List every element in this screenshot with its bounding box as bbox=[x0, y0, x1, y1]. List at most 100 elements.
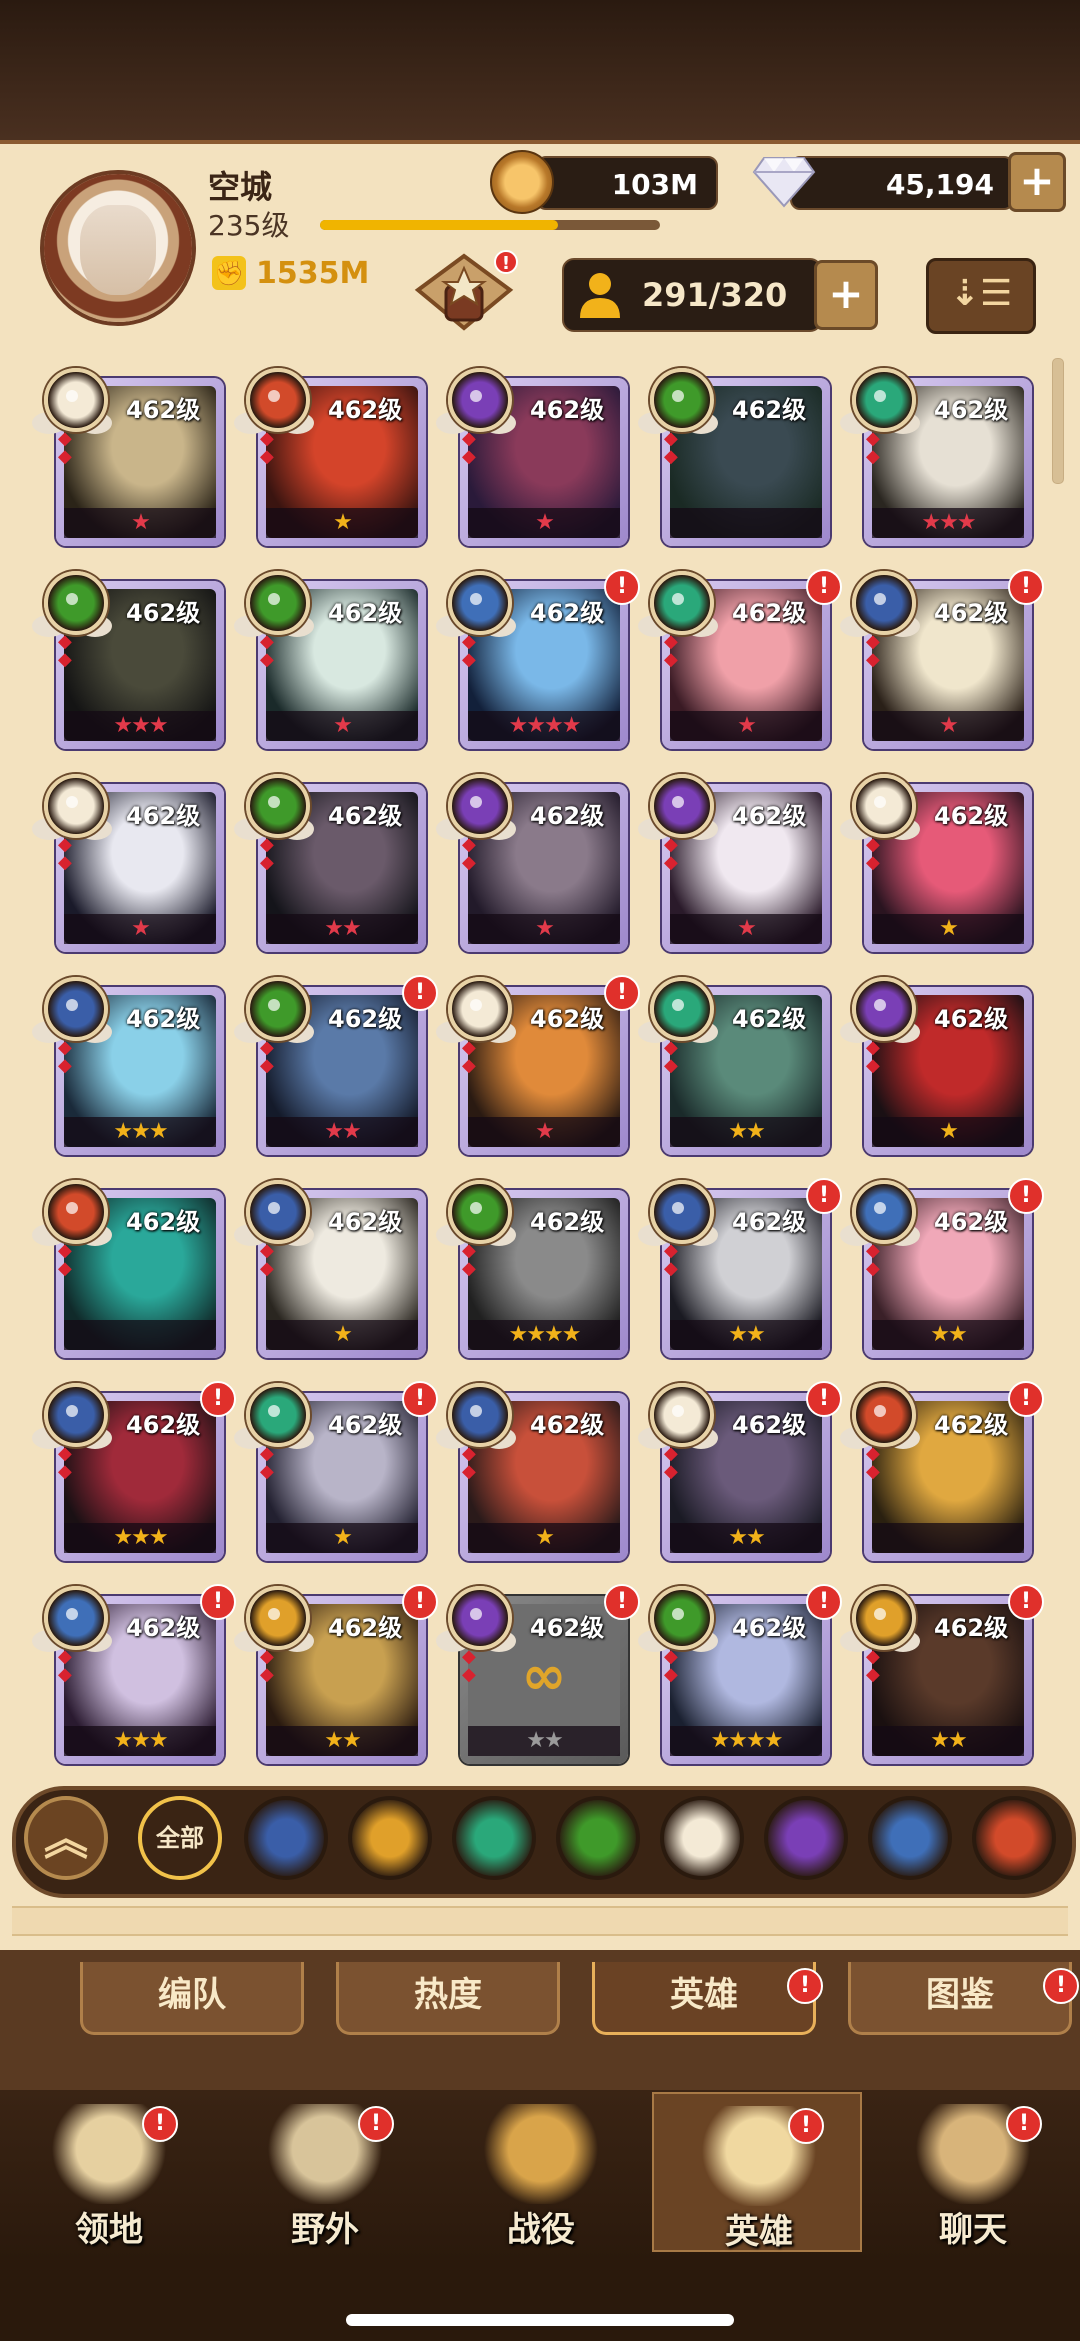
expand-hero-slots-button[interactable]: + bbox=[814, 260, 878, 330]
hero-bag-icon[interactable]: ! bbox=[410, 250, 518, 334]
nav-item-0[interactable]: 领地! bbox=[4, 2092, 214, 2252]
hero-card[interactable]: ★ 462级 ◆ ◆! bbox=[234, 1381, 438, 1561]
void-faction-icon[interactable] bbox=[764, 1796, 848, 1880]
faction-gem bbox=[470, 796, 482, 808]
hero-card[interactable]: ★★ 462级 ◆ ◆! bbox=[638, 1381, 842, 1561]
hero-level: 462级 bbox=[126, 1614, 201, 1642]
hero-card[interactable]: ★★ 462级 ◆ ◆! bbox=[840, 1178, 1044, 1358]
hero-card[interactable]: ★ 462级 ◆ ◆! bbox=[840, 569, 1044, 749]
wild-faction-icon[interactable] bbox=[452, 1796, 536, 1880]
hero-card[interactable]: 462级 ◆ ◆ bbox=[638, 368, 830, 546]
rank-ribbon-icon: ◆ ◆ bbox=[866, 1240, 880, 1279]
eye-faction-icon[interactable] bbox=[556, 1796, 640, 1880]
hero-alert-badge: ! bbox=[1008, 1584, 1044, 1620]
filter-all-button[interactable]: 全部 bbox=[138, 1796, 222, 1880]
hero-card[interactable]: ★★ 462级 ◆ ◆! bbox=[638, 1178, 842, 1358]
subtab-label: 热度 bbox=[414, 1975, 482, 2015]
hero-level: 462级 bbox=[732, 1411, 807, 1439]
subtab-0[interactable]: 编队 bbox=[80, 1962, 304, 2035]
rank-ribbon-icon: ◆ ◆ bbox=[462, 1240, 476, 1279]
sort-button[interactable]: ⇣☰ bbox=[926, 258, 1036, 334]
rank-ribbon-icon: ◆ ◆ bbox=[866, 834, 880, 873]
rank-ribbon-icon: ◆ ◆ bbox=[462, 1037, 476, 1076]
nav-item-2[interactable]: 战役 bbox=[436, 2092, 646, 2252]
hero-card[interactable]: ★ 462级 ◆ ◆ bbox=[234, 571, 426, 749]
rank-ribbon-icon: ◆ ◆ bbox=[462, 1443, 476, 1482]
hero-card[interactable]: ★ 462级 ◆ ◆ bbox=[840, 977, 1032, 1155]
hero-stars: ★ bbox=[131, 916, 151, 941]
hero-level: 462级 bbox=[328, 1208, 403, 1236]
subtab-3[interactable]: 图鉴! bbox=[848, 1962, 1079, 2035]
hero-card[interactable]: ★★★ 462级 ◆ ◆ bbox=[32, 571, 224, 749]
hero-card[interactable]: ★ 462级 ◆ ◆ bbox=[234, 1180, 426, 1358]
eye-faction-icon bbox=[650, 1586, 714, 1650]
subtab-2[interactable]: 英雄! bbox=[592, 1962, 823, 2035]
scrollbar[interactable] bbox=[1052, 358, 1064, 484]
hero-card[interactable]: ★★ 462级 ◆ ◆ bbox=[234, 774, 426, 952]
void-faction-icon bbox=[448, 1586, 512, 1650]
hero-alert-badge: ! bbox=[200, 1584, 236, 1620]
faction-gem bbox=[874, 1405, 886, 1417]
hero-card[interactable]: ★★★ 462级 ◆ ◆! bbox=[32, 1381, 236, 1561]
rank-ribbon-icon: ◆ ◆ bbox=[866, 631, 880, 670]
hero-level: 462级 bbox=[328, 396, 403, 424]
hero-card[interactable]: ★ 462级 ◆ ◆ bbox=[840, 774, 1032, 952]
subtab-alert-badge: ! bbox=[787, 1968, 823, 2004]
hero-card[interactable]: ★★★ 462级 ◆ ◆ bbox=[32, 977, 224, 1155]
hero-card[interactable]: ★ 462级 ◆ ◆ bbox=[436, 368, 628, 546]
faction-gem bbox=[66, 1405, 78, 1417]
nav-label: 野外 bbox=[291, 2210, 359, 2250]
home-indicator[interactable] bbox=[346, 2314, 734, 2326]
hero-card[interactable]: ★★ 462级 ◆ ◆! bbox=[840, 1584, 1044, 1764]
hero-card[interactable]: ★ 462级 ◆ ◆! bbox=[436, 975, 640, 1155]
hero-card[interactable]: ★ 462级 ◆ ◆ bbox=[32, 368, 224, 546]
avatar-portrait bbox=[80, 205, 156, 295]
star-faction-icon[interactable] bbox=[244, 1796, 328, 1880]
hero-card[interactable]: 462级 ◆ ◆! bbox=[840, 1381, 1044, 1561]
hero-stars: ★★★ bbox=[113, 1525, 168, 1550]
hero-card[interactable]: 462级 ◆ ◆ bbox=[32, 1180, 224, 1358]
hero-card[interactable]: ★ 462级 ◆ ◆ bbox=[32, 774, 224, 952]
hero-card[interactable]: ★★★★ 462级 ◆ ◆ bbox=[436, 1180, 628, 1358]
dimension-faction-icon[interactable] bbox=[868, 1796, 952, 1880]
hero-alert-badge: ! bbox=[1008, 1381, 1044, 1417]
dimension-faction-icon bbox=[852, 1180, 916, 1244]
hero-level: 462级 bbox=[126, 599, 201, 627]
hero-card[interactable]: ★★★ 462级 ◆ ◆ bbox=[840, 368, 1032, 546]
collapse-filter-button[interactable]: ︽ bbox=[24, 1796, 108, 1880]
star-faction-icon bbox=[246, 1180, 310, 1244]
add-diamonds-button[interactable]: + bbox=[1008, 152, 1066, 212]
nav-item-4[interactable]: 聊天! bbox=[868, 2092, 1078, 2252]
hero-alert-badge: ! bbox=[1008, 1178, 1044, 1214]
eye-faction-icon bbox=[246, 571, 310, 635]
hero-level: 462级 bbox=[530, 396, 605, 424]
chain-link-icon: ∞ bbox=[521, 1644, 567, 1707]
hero-level: 462级 bbox=[328, 1005, 403, 1033]
holy-faction-icon[interactable] bbox=[660, 1796, 744, 1880]
faction-gem bbox=[672, 1202, 684, 1214]
hero-level: 462级 bbox=[126, 1005, 201, 1033]
hero-card[interactable]: ★★ 462级 ◆ ◆ bbox=[638, 977, 830, 1155]
celestial-faction-icon[interactable] bbox=[348, 1796, 432, 1880]
inferno-faction-icon[interactable] bbox=[972, 1796, 1056, 1880]
rank-ribbon-icon: ◆ ◆ bbox=[58, 834, 72, 873]
hero-card[interactable]: ★★★★ 462级 ◆ ◆! bbox=[638, 1584, 842, 1764]
player-avatar[interactable] bbox=[38, 160, 198, 330]
hero-card[interactable]: ★ 462级 ◆ ◆ bbox=[234, 368, 426, 546]
faction-gem bbox=[672, 390, 684, 402]
hero-card[interactable]: ★ 462级 ◆ ◆! bbox=[638, 569, 842, 749]
hero-card[interactable]: ∞ ★★ 462级 ◆ ◆! bbox=[436, 1584, 640, 1764]
hero-card[interactable]: ★★★★ 462级 ◆ ◆! bbox=[436, 569, 640, 749]
faction-gem bbox=[268, 390, 280, 402]
hero-card[interactable]: ★★ 462级 ◆ ◆! bbox=[234, 975, 438, 1155]
hero-card[interactable]: ★★ 462级 ◆ ◆! bbox=[234, 1584, 438, 1764]
subtab-1[interactable]: 热度 bbox=[336, 1962, 560, 2035]
hero-card[interactable]: ★ 462级 ◆ ◆ bbox=[436, 1383, 628, 1561]
hero-card[interactable]: ★ 462级 ◆ ◆ bbox=[638, 774, 830, 952]
nav-item-1[interactable]: 野外! bbox=[220, 2092, 430, 2252]
nav-item-3[interactable]: 英雄! bbox=[652, 2092, 862, 2252]
hero-alert-badge: ! bbox=[806, 1381, 842, 1417]
hero-level: 462级 bbox=[126, 802, 201, 830]
hero-card[interactable]: ★★★ 462级 ◆ ◆! bbox=[32, 1584, 236, 1764]
hero-card[interactable]: ★ 462级 ◆ ◆ bbox=[436, 774, 628, 952]
